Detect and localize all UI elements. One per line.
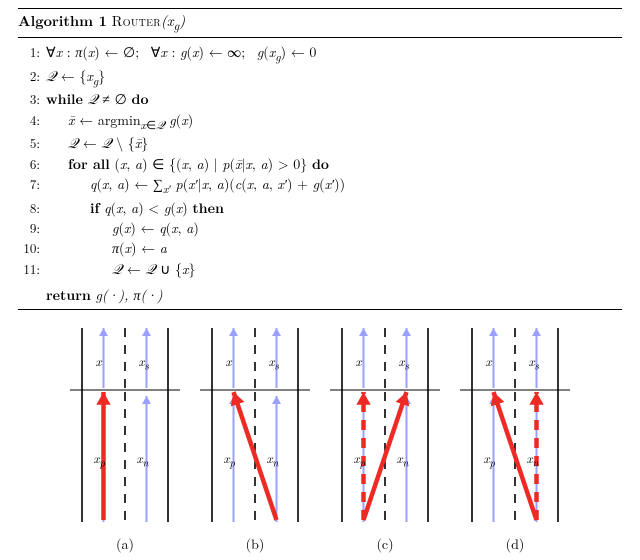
figure-panel: xxsxpxn(b)	[200, 320, 310, 530]
line-number: 4:	[18, 111, 46, 130]
node-label: xp	[94, 448, 106, 471]
line-statement: ∀x : π(x) ← ∅; ∀x : g(x) ← ∞; g(xg) ← 0	[46, 42, 316, 66]
algorithm-name: Router	[112, 11, 161, 31]
return-keyword: return	[46, 285, 91, 305]
line-statement: q(x, a) ← ∑x′ p(x′|x, a)(c(x, a, x′) + g…	[46, 174, 345, 198]
algo-line: 10:π(x) ← a	[18, 238, 622, 258]
return-value: g(·), π(·)	[95, 285, 162, 305]
figure-panel: xxsxpxn(c)	[330, 320, 440, 530]
node-label: x	[356, 351, 362, 370]
figure-panel: xxsxpxn(d)	[460, 320, 570, 530]
algorithm-number: 1	[99, 11, 107, 31]
figure-panels: xxsxpxn(a)xxsxpxn(b)xxsxpxn(c)xxsxpxn(d)	[40, 320, 600, 530]
panel-caption: (d)	[460, 534, 570, 554]
figure-panel: xxsxpxn(a)	[70, 320, 180, 530]
node-label: x	[96, 351, 102, 370]
panel-caption: (b)	[200, 534, 310, 554]
algo-line: 1:∀x : π(x) ← ∅; ∀x : g(x) ← ∞; g(xg) ← …	[18, 42, 622, 66]
line-statement: g(x) ← q(x, a)	[46, 218, 199, 238]
algorithm-block: Algorithm 1 Router(xg) 1:∀x : π(x) ← ∅; …	[18, 8, 622, 310]
line-number: 1:	[18, 43, 46, 62]
line-number: 2:	[18, 67, 46, 86]
node-label: x	[226, 351, 232, 370]
algorithm-title: Algorithm 1 Router(xg)	[18, 9, 622, 37]
node-label: xs	[529, 351, 539, 374]
figure: xxsxpxn(a)xxsxpxn(b)xxsxpxn(c)xxsxpxn(d)	[40, 320, 600, 530]
line-number: 5:	[18, 134, 46, 153]
line-number: 9:	[18, 219, 46, 238]
line-number: 10:	[18, 239, 46, 258]
node-label: xs	[269, 351, 279, 374]
line-statement: if q(x, a) < g(x) then	[46, 198, 224, 218]
panel-caption: (a)	[70, 534, 180, 554]
line-statement: π(x) ← a	[46, 238, 167, 258]
node-label: xn	[267, 448, 279, 471]
node-label: xn	[397, 448, 409, 471]
algo-line: 11:𝒬 ← 𝒬 ∪ {x}	[18, 259, 622, 279]
algorithm-body: 1:∀x : π(x) ← ∅; ∀x : g(x) ← ∞; g(xg) ← …	[18, 38, 622, 285]
node-label: x	[486, 351, 492, 370]
line-statement: x̄ ← argminx∈𝒬 g(x)	[46, 110, 193, 134]
line-number: 8:	[18, 199, 46, 218]
line-number: 6:	[18, 155, 46, 174]
algo-line: 3:while 𝒬 ≠ ∅ do	[18, 89, 622, 109]
line-statement: 𝒬 ← 𝒬 ∪ {x}	[46, 259, 196, 279]
line-number: 11:	[18, 260, 46, 279]
return-line: return g(·), π(·)	[18, 285, 622, 305]
node-label: xs	[399, 351, 409, 374]
algo-line: 9:g(x) ← q(x, a)	[18, 218, 622, 238]
line-number: 3:	[18, 90, 46, 109]
algo-line: 5:𝒬 ← 𝒬 \ {x̄}	[18, 133, 622, 153]
node-label: xp	[224, 448, 236, 471]
node-label: xs	[139, 351, 149, 374]
algo-line: 8:if q(x, a) < g(x) then	[18, 198, 622, 218]
line-number: 7:	[18, 175, 46, 194]
panel-caption: (c)	[330, 534, 440, 554]
algo-line: 2:𝒬 ← {xg}	[18, 66, 622, 90]
line-statement: 𝒬 ← 𝒬 \ {x̄}	[46, 133, 148, 153]
algorithm-word: Algorithm	[18, 11, 93, 31]
line-statement: 𝒬 ← {xg}	[46, 66, 105, 90]
rule-bot	[18, 309, 622, 310]
node-label: xn	[527, 448, 539, 471]
algo-line: 6:for all (x, a) ∈ {(x, a) | p(x̄|x, a) …	[18, 154, 622, 174]
line-statement: while 𝒬 ≠ ∅ do	[46, 89, 149, 109]
algo-line: 7:q(x, a) ← ∑x′ p(x′|x, a)(c(x, a, x′) +…	[18, 174, 622, 198]
node-label: xp	[484, 448, 496, 471]
algo-line: 4:x̄ ← argminx∈𝒬 g(x)	[18, 110, 622, 134]
node-label: xn	[137, 448, 149, 471]
line-statement: for all (x, a) ∈ {(x, a) | p(x̄|x, a) > …	[46, 154, 329, 174]
algorithm-arg: (xg)	[161, 11, 185, 31]
node-label: xp	[354, 448, 366, 471]
